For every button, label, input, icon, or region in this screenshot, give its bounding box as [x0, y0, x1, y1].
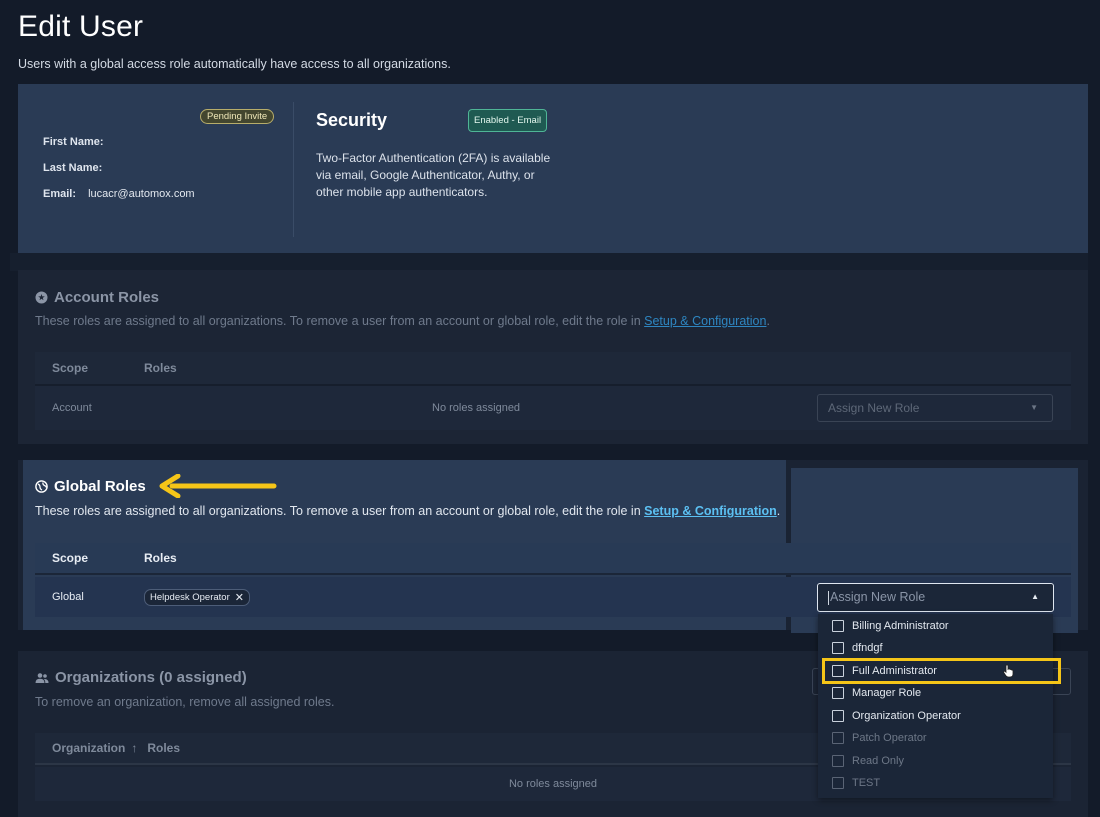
role-option-label: dfndgf	[852, 642, 883, 654]
email-value: lucacr@automox.com	[88, 188, 195, 200]
global-roles-description: These roles are assigned to all organiza…	[35, 504, 780, 518]
annotation-arrow-icon	[159, 474, 277, 498]
security-description: Two-Factor Authentication (2FA) is avail…	[316, 151, 551, 199]
checkbox-icon[interactable]	[832, 620, 844, 632]
column-scope: Scope	[52, 551, 89, 565]
column-organization[interactable]: Organization	[52, 741, 125, 755]
column-roles: Roles	[147, 741, 181, 755]
role-option[interactable]: TEST	[818, 772, 1053, 794]
checkbox-icon[interactable]	[832, 755, 844, 767]
page-subtitle: Users with a global access role automati…	[18, 57, 451, 71]
page-title: Edit User	[18, 10, 144, 43]
setup-configuration-link[interactable]: Setup & Configuration	[644, 504, 777, 518]
checkbox-icon[interactable]	[832, 687, 844, 699]
hand-pointer-icon	[1003, 664, 1014, 678]
last-name-row: Last Name:	[43, 162, 102, 174]
global-roles-desc-suffix: .	[776, 504, 781, 518]
assign-role-select[interactable]: Assign New Role ▼	[817, 394, 1053, 422]
text-cursor	[828, 590, 829, 605]
row-scope: Global	[52, 591, 84, 603]
role-option[interactable]: Patch Operator	[818, 727, 1053, 749]
security-status-badge: Enabled - Email	[468, 109, 548, 132]
pending-invite-badge: Pending Invite	[200, 109, 275, 124]
global-roles-header: Global Roles	[35, 478, 146, 495]
role-option[interactable]: Billing Administrator	[818, 615, 1053, 637]
account-roles-header: Account Roles	[35, 289, 159, 306]
column-roles: Roles	[144, 361, 177, 375]
account-roles-icon	[35, 291, 48, 304]
globe-icon	[35, 480, 48, 493]
remove-role-icon[interactable]: ✕	[235, 591, 244, 604]
arrow-up-icon[interactable]: ↑	[131, 741, 137, 755]
role-option-label: Organization Operator	[852, 710, 961, 722]
row-scope: Account	[52, 402, 92, 414]
checkbox-icon[interactable]	[832, 642, 844, 654]
table-row: Account No roles assigned Assign New Rol…	[35, 386, 1071, 430]
role-chip: Helpdesk Operator ✕	[144, 588, 250, 606]
organizations-header: Organizations (0 assigned)	[35, 669, 247, 686]
account-roles-desc-text: These roles are assigned to all organiza…	[35, 314, 645, 328]
role-option-label: Billing Administrator	[852, 620, 949, 632]
global-roles-desc-text: These roles are assigned to all organiza…	[35, 504, 645, 518]
annotation-highlight-box	[822, 658, 1061, 684]
last-name-label: Last Name:	[43, 162, 103, 174]
column-scope: Scope	[52, 361, 89, 375]
role-option-label: TEST	[852, 777, 881, 789]
account-roles-table-header: Scope Roles	[35, 352, 1071, 384]
global-roles-table-header: Scope Roles	[35, 543, 1071, 575]
account-roles-table: Scope Roles Account No roles assigned As…	[35, 352, 1071, 430]
users-icon	[35, 672, 49, 683]
account-roles-section: Account Roles These roles are assigned t…	[18, 270, 1088, 444]
role-option[interactable]: Organization Operator	[818, 705, 1053, 727]
organizations-description: To remove an organization, remove all as…	[35, 695, 335, 709]
email-label: Email:	[43, 188, 77, 200]
assign-role-placeholder: Assign New Role	[828, 401, 920, 415]
role-chip-label: Helpdesk Operator	[150, 591, 230, 603]
row-roles-empty: No roles assigned	[432, 402, 521, 414]
first-name-row: First Name:	[43, 136, 104, 148]
role-option[interactable]: Read Only	[818, 750, 1053, 772]
checkbox-icon[interactable]	[832, 732, 844, 744]
column-roles: Roles	[144, 551, 177, 565]
first-name-label: First Name:	[43, 136, 104, 148]
role-option-label: Read Only	[852, 755, 904, 767]
overlay-band	[10, 253, 1088, 271]
role-option-label: Patch Operator	[852, 732, 927, 744]
security-title: Security	[316, 110, 388, 130]
account-roles-description: These roles are assigned to all organiza…	[35, 314, 770, 328]
account-roles-desc-suffix: .	[766, 314, 770, 328]
assign-role-placeholder: Assign New Role	[830, 590, 926, 604]
role-option-label: Manager Role	[852, 687, 922, 699]
chevron-down-icon: ▼	[1030, 403, 1038, 412]
page: Edit User Users with a global access rol…	[0, 0, 1100, 817]
card-divider	[293, 102, 294, 237]
email-row: Email: lucacr@automox.com	[43, 188, 195, 200]
user-info-card: Pending Invite First Name: Last Name: Em…	[18, 84, 1088, 253]
role-option[interactable]: dfndgf	[818, 637, 1053, 659]
role-option[interactable]: Manager Role	[818, 682, 1053, 704]
account-roles-title: Account Roles	[54, 289, 160, 306]
checkbox-icon[interactable]	[832, 777, 844, 789]
organizations-title: Organizations (0 assigned)	[55, 669, 247, 686]
chevron-up-icon: ▲	[1031, 592, 1039, 601]
checkbox-icon[interactable]	[832, 710, 844, 722]
role-options-dropdown: Billing Administrator dfndgf Full Admini…	[818, 614, 1053, 798]
assign-role-select-active[interactable]: Assign New Role ▲	[817, 583, 1054, 612]
global-roles-title: Global Roles	[54, 478, 146, 495]
setup-configuration-link[interactable]: Setup & Configuration	[644, 314, 766, 328]
